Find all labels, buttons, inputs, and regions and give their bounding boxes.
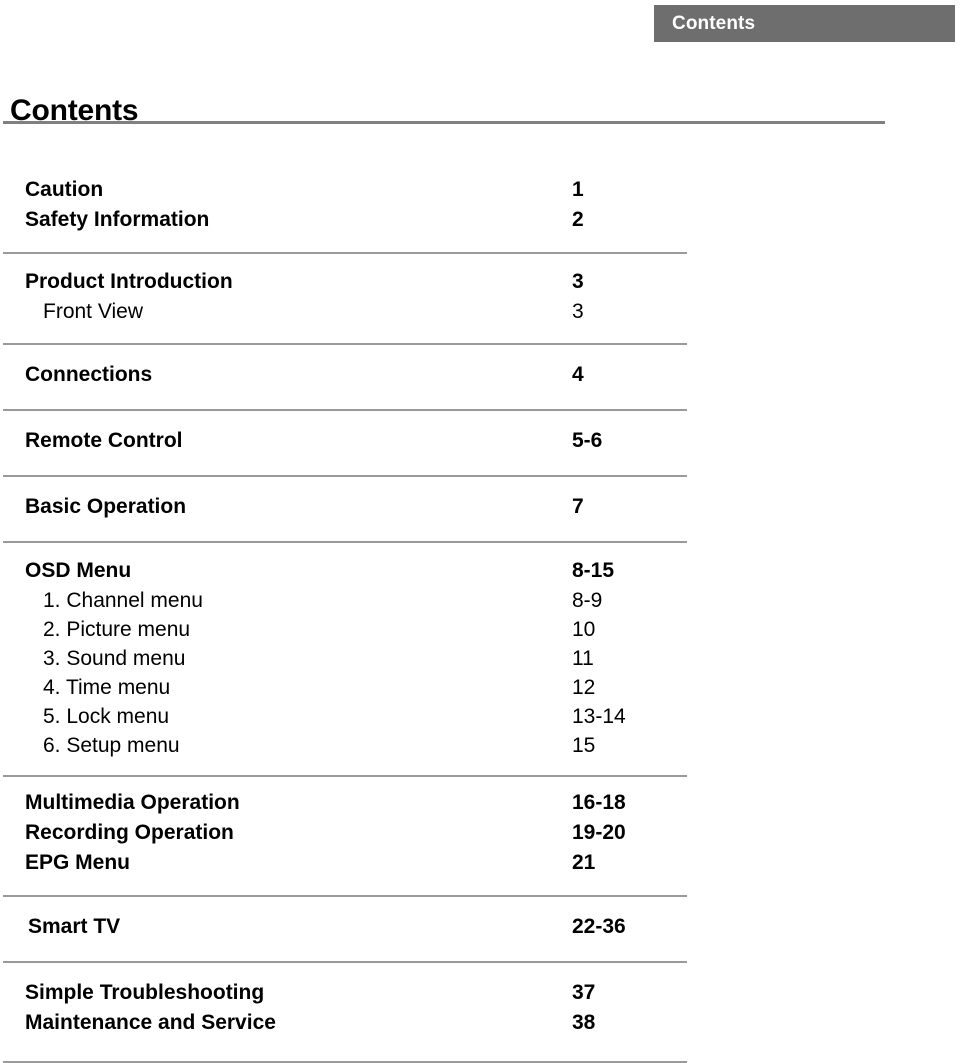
toc-entry-page: 12 — [572, 676, 596, 699]
toc-entry-page: 10 — [572, 618, 596, 641]
toc-entry-label: Safety Information — [25, 208, 210, 231]
toc-entry-time-menu[interactable]: 4. Time menu 12 — [0, 676, 700, 705]
toc-entry-lock-menu[interactable]: 5. Lock menu 13-14 — [0, 705, 700, 734]
toc-entry-front-view[interactable]: Front View 3 — [0, 300, 700, 329]
toc-entry-label: Connections — [25, 363, 153, 386]
toc-entry-page: 15 — [572, 734, 596, 757]
toc-entry-label: Multimedia Operation — [25, 791, 240, 814]
toc-entry-smart-tv[interactable]: Smart TV 22-36 — [0, 915, 700, 945]
toc-entry-simple-troubleshooting[interactable]: Simple Troubleshooting 37 — [0, 981, 700, 1011]
toc-entry-label: Basic Operation — [25, 495, 187, 518]
toc-entry-setup-menu[interactable]: 6. Setup menu 15 — [0, 734, 700, 763]
toc-group-product-introduction: Product Introduction 3 Front View 3 — [0, 254, 700, 343]
toc-entry-osd-menu[interactable]: OSD Menu 8-15 — [0, 559, 700, 589]
toc-entry-caution[interactable]: Caution 1 — [0, 178, 700, 208]
toc-entry-page: 3 — [572, 300, 584, 323]
toc-entry-label: Recording Operation — [25, 821, 234, 844]
toc-entry-page: 21 — [572, 851, 596, 874]
toc-entry-page: 8-15 — [572, 559, 615, 582]
toc-entry-page: 4 — [572, 363, 584, 386]
toc-entry-product-introduction[interactable]: Product Introduction 3 — [0, 270, 700, 300]
toc-entry-remote-control[interactable]: Remote Control 5-6 — [0, 429, 700, 459]
toc-entry-label: 3. Sound menu — [43, 647, 186, 670]
toc-entry-label: Smart TV — [28, 915, 121, 938]
toc-entry-page: 5-6 — [572, 429, 603, 452]
toc-group-basic-operation: Basic Operation 7 — [0, 477, 700, 541]
toc-group-troubleshooting: Simple Troubleshooting 37 Maintenance an… — [0, 963, 700, 1061]
table-of-contents: Caution 1 Safety Information 2 Product I… — [0, 178, 700, 1063]
toc-entry-epg-menu[interactable]: EPG Menu 21 — [0, 851, 700, 881]
toc-entry-label: Remote Control — [25, 429, 183, 452]
toc-entry-page: 16-18 — [572, 791, 626, 814]
toc-entry-label: 2. Picture menu — [43, 618, 191, 641]
toc-group-connections: Connections 4 — [0, 345, 700, 409]
toc-group-remote-control: Remote Control 5-6 — [0, 411, 700, 475]
toc-entry-page: 3 — [572, 270, 584, 293]
toc-entry-label: Caution — [25, 178, 104, 201]
toc-group-caution: Caution 1 Safety Information 2 — [0, 178, 700, 252]
toc-entry-label: Product Introduction — [25, 270, 233, 293]
title-divider — [3, 121, 885, 124]
toc-entry-label: 4. Time menu — [43, 676, 171, 699]
running-header-banner: Contents — [654, 5, 955, 42]
toc-entry-multimedia-operation[interactable]: Multimedia Operation 16-18 — [0, 791, 700, 821]
toc-entry-label: Front View — [43, 300, 143, 323]
toc-group-multimedia: Multimedia Operation 16-18 Recording Ope… — [0, 777, 700, 895]
toc-entry-label: Maintenance and Service — [25, 1011, 276, 1034]
toc-entry-label: OSD Menu — [25, 559, 132, 582]
toc-group-smart-tv: Smart TV 22-36 — [0, 897, 700, 961]
toc-entry-page: 37 — [572, 981, 596, 1004]
toc-entry-page: 13-14 — [572, 705, 626, 728]
toc-group-osd-menu: OSD Menu 8-15 1. Channel menu 8-9 2. Pic… — [0, 543, 700, 775]
toc-entry-label: Simple Troubleshooting — [25, 981, 265, 1004]
toc-entry-page: 7 — [572, 495, 584, 518]
toc-entry-label: 1. Channel menu — [43, 589, 203, 612]
toc-entry-recording-operation[interactable]: Recording Operation 19-20 — [0, 821, 700, 851]
toc-entry-page: 38 — [572, 1011, 596, 1034]
toc-entry-maintenance-and-service[interactable]: Maintenance and Service 38 — [0, 1011, 700, 1041]
toc-entry-sound-menu[interactable]: 3. Sound menu 11 — [0, 647, 700, 676]
toc-entry-page: 2 — [572, 208, 584, 231]
toc-entry-safety-information[interactable]: Safety Information 2 — [0, 208, 700, 238]
toc-entry-label: 5. Lock menu — [43, 705, 170, 728]
toc-entry-basic-operation[interactable]: Basic Operation 7 — [0, 495, 700, 525]
toc-entry-page: 19-20 — [572, 821, 626, 844]
toc-entry-page: 11 — [572, 647, 594, 670]
toc-entry-page: 1 — [572, 178, 584, 201]
toc-entry-channel-menu[interactable]: 1. Channel menu 8-9 — [0, 589, 700, 618]
toc-entry-label: 6. Setup menu — [43, 734, 180, 757]
toc-entry-page: 8-9 — [572, 589, 603, 612]
toc-entry-page: 22-36 — [572, 915, 626, 938]
toc-entry-label: EPG Menu — [25, 851, 131, 874]
running-header-label: Contents — [672, 12, 756, 34]
toc-entry-connections[interactable]: Connections 4 — [0, 363, 700, 393]
toc-entry-picture-menu[interactable]: 2. Picture menu 10 — [0, 618, 700, 647]
